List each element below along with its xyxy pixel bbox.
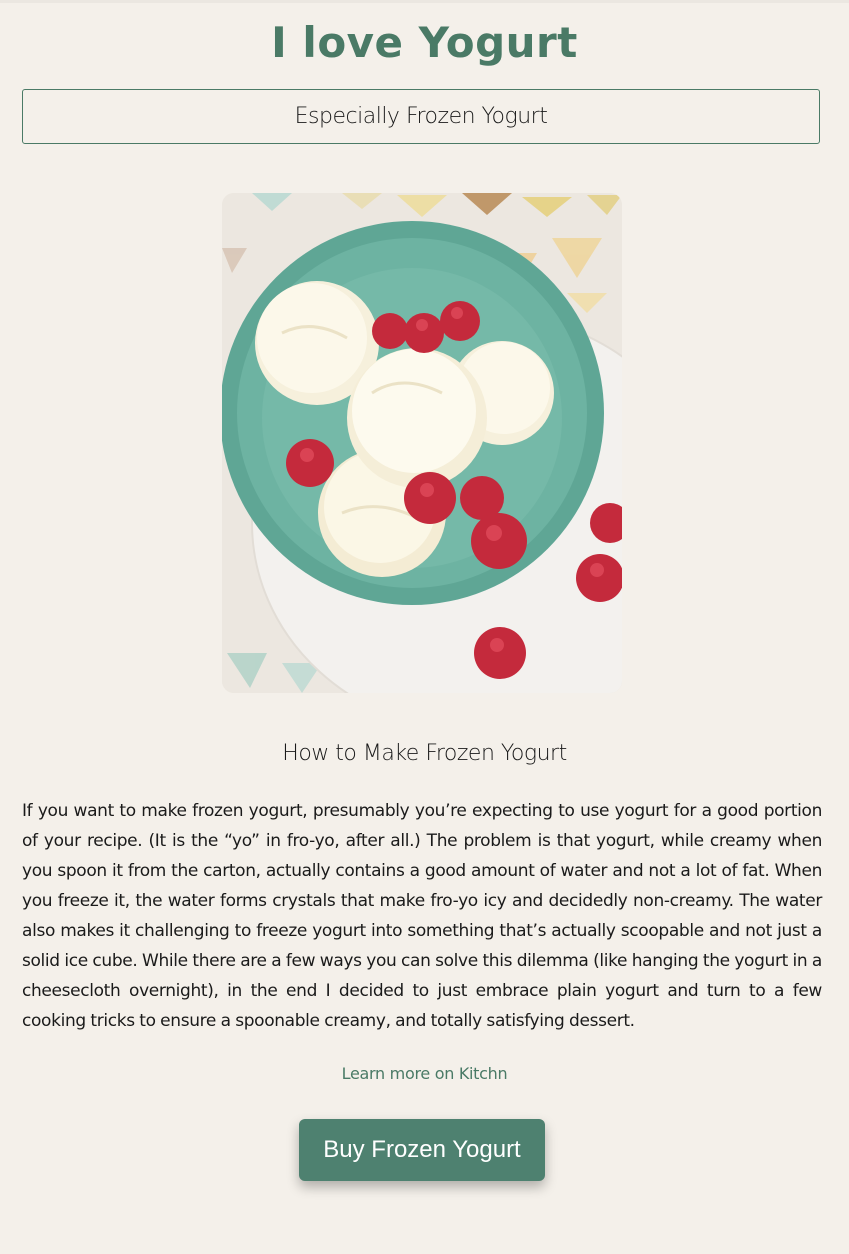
hero-image — [222, 193, 622, 693]
learn-more-link[interactable]: Learn more on Kitchn — [0, 1064, 849, 1083]
article-heading: How to Make Frozen Yogurt — [282, 741, 567, 766]
top-divider — [0, 0, 849, 3]
frozen-yogurt-photo — [222, 193, 622, 693]
buy-frozen-yogurt-button[interactable]: Buy Frozen Yogurt — [299, 1119, 545, 1181]
article-body: If you want to make frozen yogurt, presu… — [22, 801, 822, 1031]
page-title: I love Yogurt — [271, 18, 578, 67]
subtitle-box: Especially Frozen Yogurt — [22, 89, 820, 144]
